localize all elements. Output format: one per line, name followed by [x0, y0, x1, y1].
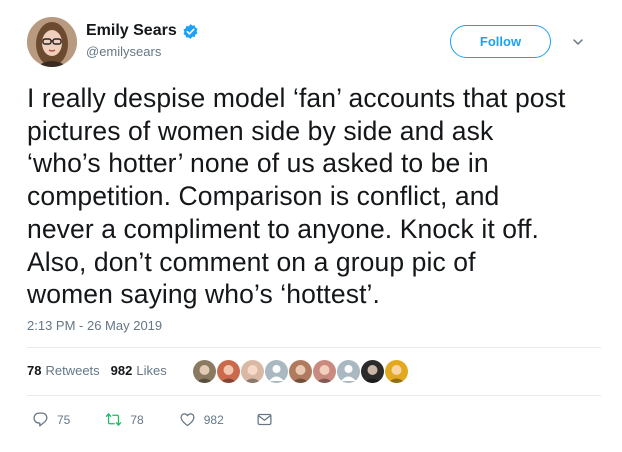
- profile-photo-icon: [220, 365, 237, 383]
- retweet-button[interactable]: 78: [105, 411, 144, 428]
- profile-photo-icon: [27, 17, 77, 67]
- retweets-label: Retweets: [45, 363, 100, 378]
- default-avatar-icon: [341, 365, 356, 381]
- reply-icon: [33, 412, 48, 427]
- author-display-name[interactable]: Emily Sears: [86, 22, 177, 40]
- profile-photo-icon: [388, 365, 405, 383]
- heart-icon: [180, 413, 195, 427]
- envelope-icon: [257, 413, 272, 426]
- tweet-card: Emily Sears @emilysears Follow I really …: [0, 0, 622, 452]
- author-handle[interactable]: @emilysears: [86, 44, 199, 59]
- liker-avatar[interactable]: [313, 360, 336, 383]
- tweet-text: I really despise model ‘fan’ accounts th…: [27, 82, 602, 311]
- liker-avatar[interactable]: [337, 360, 360, 383]
- retweets-count: 78: [27, 363, 42, 378]
- retweet-count: 78: [130, 412, 144, 427]
- divider: [27, 347, 601, 348]
- reply-button[interactable]: 75: [32, 411, 70, 428]
- liker-avatar[interactable]: [193, 360, 216, 383]
- verified-badge-icon: [183, 23, 198, 39]
- tweet-text-line: pictures of women side by side and ask: [27, 115, 494, 146]
- liker-avatar[interactable]: [265, 360, 288, 383]
- chevron-down-icon[interactable]: [572, 36, 584, 48]
- tweet-stats: 78 Retweets 982 Likes: [27, 363, 167, 378]
- follow-button[interactable]: Follow: [450, 25, 551, 58]
- liker-avatar[interactable]: [289, 360, 312, 383]
- likes-stat[interactable]: 982 Likes: [111, 363, 167, 378]
- author-info: Emily Sears @emilysears: [86, 22, 199, 59]
- liker-avatar[interactable]: [241, 360, 264, 383]
- tweet-text-line: I really despise model ‘fan’ accounts th…: [27, 83, 566, 113]
- author-avatar[interactable]: [27, 17, 77, 67]
- tweet-text-line: ‘who’s hotter’ none of us asked to be in: [27, 148, 489, 179]
- liker-avatar[interactable]: [217, 360, 240, 383]
- profile-photo-icon: [316, 365, 333, 383]
- tweet-text-line: women saying who’s ‘hottest’.: [27, 279, 380, 310]
- profile-photo-icon: [196, 365, 213, 383]
- retweet-icon: [106, 413, 122, 426]
- profile-photo-icon: [292, 365, 309, 383]
- tweet-actions: 75 78 982: [32, 411, 273, 428]
- tweet-timestamp[interactable]: 2:13 PM - 26 May 2019: [27, 318, 162, 333]
- tweet-text-line: competition. Comparison is conflict, and: [27, 181, 500, 212]
- tweet-text-line: Also, don’t comment on a group pic of: [27, 246, 476, 277]
- likers-avatar-row: [193, 360, 409, 383]
- liker-avatar[interactable]: [361, 360, 384, 383]
- retweets-stat[interactable]: 78 Retweets: [27, 363, 100, 378]
- like-button[interactable]: 982: [179, 411, 224, 428]
- like-count: 982: [203, 412, 224, 427]
- divider: [27, 395, 601, 396]
- default-avatar-icon: [269, 365, 284, 381]
- profile-photo-icon: [244, 365, 261, 383]
- tweet-text-line: never a compliment to anyone. Knock it o…: [27, 213, 540, 244]
- likes-label: Likes: [136, 363, 167, 378]
- direct-message-button[interactable]: [256, 411, 273, 428]
- likes-count: 982: [110, 363, 133, 378]
- reply-count: 75: [57, 412, 71, 427]
- liker-avatar[interactable]: [385, 360, 408, 383]
- profile-photo-icon: [364, 365, 381, 383]
